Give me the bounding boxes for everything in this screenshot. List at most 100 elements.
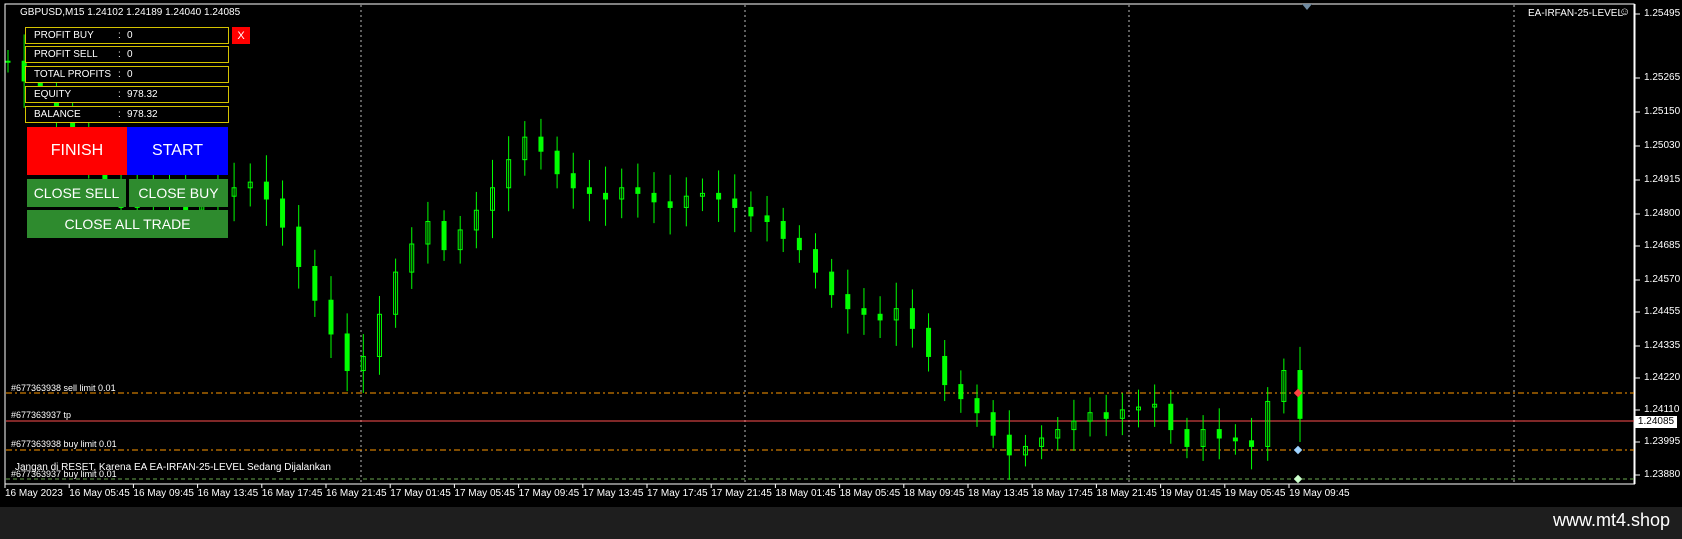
profit-buy-label: PROFIT BUY [34, 30, 94, 41]
equity-value: 978.32 [127, 89, 158, 100]
candle-body [328, 299, 334, 335]
total-profits-label: TOTAL PROFITS [34, 69, 112, 80]
time-axis-label: 16 May 17:45 [261, 488, 323, 499]
price-axis-label: 1.25265 [1644, 72, 1681, 83]
candle-body [926, 327, 932, 357]
close-all-trade-button[interactable]: CLOSE ALL TRADE [27, 210, 228, 238]
total-profits-value: 0 [127, 69, 133, 80]
profit-buy-value: 0 [127, 30, 133, 41]
price-axis-label: 1.24220 [1644, 372, 1681, 383]
candle-body [974, 398, 980, 414]
candle-body [1103, 412, 1109, 419]
profit-buy-sep: : [118, 30, 121, 41]
profit-sell-row: PROFIT SELL : 0 [25, 46, 229, 63]
candle-body [651, 192, 657, 203]
candle-body [845, 294, 851, 310]
candle-body [732, 198, 738, 208]
time-axis-label: 18 May 17:45 [1032, 488, 1093, 499]
candle-body [958, 384, 964, 400]
candle-body [1006, 434, 1012, 456]
total-profits-row: TOTAL PROFITS : 0 [25, 66, 229, 83]
time-axis-label: 18 May 21:45 [1096, 488, 1157, 499]
time-axis-label: 16 May 13:45 [197, 488, 259, 499]
chart-window[interactable]: GBPUSD,M15 1.24102 1.24189 1.24040 1.240… [0, 0, 1682, 539]
candle-body [554, 150, 560, 175]
close-panel-button[interactable]: X [232, 27, 250, 44]
candle-body [635, 187, 641, 194]
price-axis-label: 1.24335 [1644, 340, 1681, 351]
candle-body [716, 192, 722, 200]
price-axis-label: 1.24685 [1644, 240, 1681, 251]
price-axis-label: 1.24570 [1644, 274, 1681, 285]
price-axis-label: 1.25495 [1644, 8, 1681, 19]
candle-body [1249, 440, 1255, 447]
equity-label: EQUITY [34, 89, 72, 100]
price-axis-label: 1.23880 [1644, 469, 1681, 480]
time-axis-label: 16 May 05:45 [69, 488, 130, 499]
candle-body [538, 136, 544, 152]
candle-body [877, 313, 883, 321]
close-sell-button[interactable]: CLOSE SELL [27, 179, 126, 207]
time-axis-label: 17 May 01:45 [390, 488, 451, 499]
price-axis-label: 1.24800 [1644, 208, 1681, 219]
buy-limit-label: #677363938 buy limit 0.01 [11, 439, 117, 449]
equity-sep: : [118, 89, 121, 100]
price-chart[interactable] [0, 0, 1682, 539]
balance-label: BALANCE [34, 109, 81, 120]
candle-body [1168, 403, 1174, 431]
candle-body [942, 355, 948, 386]
ea-notice: Jangan di RESET, Karena EA EA-IRFAN-25-L… [15, 462, 331, 473]
start-button[interactable]: START [127, 127, 228, 175]
time-axis-label: 16 May 2023 [5, 488, 63, 499]
current-price-tag: 1.24085 [1635, 416, 1677, 428]
time-axis-label: 17 May 21:45 [711, 488, 772, 499]
time-axis-label: 16 May 21:45 [326, 488, 387, 499]
balance-value: 978.32 [127, 109, 158, 120]
candle-body [1184, 429, 1190, 447]
candle-body [796, 237, 802, 251]
candle-body [667, 201, 673, 208]
close-buy-button[interactable]: CLOSE BUY [129, 179, 228, 207]
candle-body [780, 221, 786, 239]
time-axis-label: 18 May 05:45 [839, 488, 901, 499]
smiley-icon: ☺ [1619, 6, 1631, 18]
candle-body [5, 60, 11, 63]
balance-row: BALANCE : 978.32 [25, 106, 229, 123]
time-axis-label: 18 May 09:45 [903, 488, 965, 499]
watermark-bar [0, 507, 1682, 539]
price-axis-label: 1.23995 [1644, 436, 1681, 447]
watermark: www.mt4.shop [1552, 510, 1670, 530]
candle-body [861, 308, 867, 315]
time-axis-label: 17 May 17:45 [647, 488, 708, 499]
time-axis-label: 19 May 01:45 [1160, 488, 1222, 499]
finish-button[interactable]: FINISH [27, 127, 127, 175]
profit-sell-value: 0 [127, 49, 133, 60]
ea-name-label: EA-IRFAN-25-LEVEL [1528, 8, 1624, 19]
candle-body [603, 192, 609, 200]
equity-row: EQUITY : 978.32 [25, 86, 229, 103]
total-profits-sep: : [118, 69, 121, 80]
price-axis-label: 1.24915 [1644, 174, 1681, 185]
symbol-header: GBPUSD,M15 1.24102 1.24189 1.24040 1.240… [20, 7, 241, 18]
candle-body [764, 215, 770, 223]
price-axis-label: 1.24455 [1644, 306, 1681, 317]
candle-body [296, 226, 302, 267]
candle-body [441, 221, 447, 251]
candle-body [344, 333, 350, 372]
profit-sell-sep: : [118, 49, 121, 60]
candle-body [909, 308, 915, 329]
candle-body [570, 173, 576, 189]
time-axis-label: 18 May 13:45 [968, 488, 1029, 499]
time-axis-label: 17 May 09:45 [518, 488, 580, 499]
profit-sell-label: PROFIT SELL [34, 49, 98, 60]
tp-label: #677363937 tp [11, 410, 72, 420]
time-axis-label: 16 May 09:45 [133, 488, 194, 499]
balance-sep: : [118, 109, 121, 120]
candle-body [748, 206, 754, 217]
candle-body [813, 249, 818, 273]
candle-body [312, 265, 318, 301]
time-axis-label: 17 May 13:45 [582, 488, 644, 499]
candle-body [280, 198, 286, 228]
candle-body [1232, 437, 1238, 442]
time-axis-label: 18 May 01:45 [775, 488, 836, 499]
